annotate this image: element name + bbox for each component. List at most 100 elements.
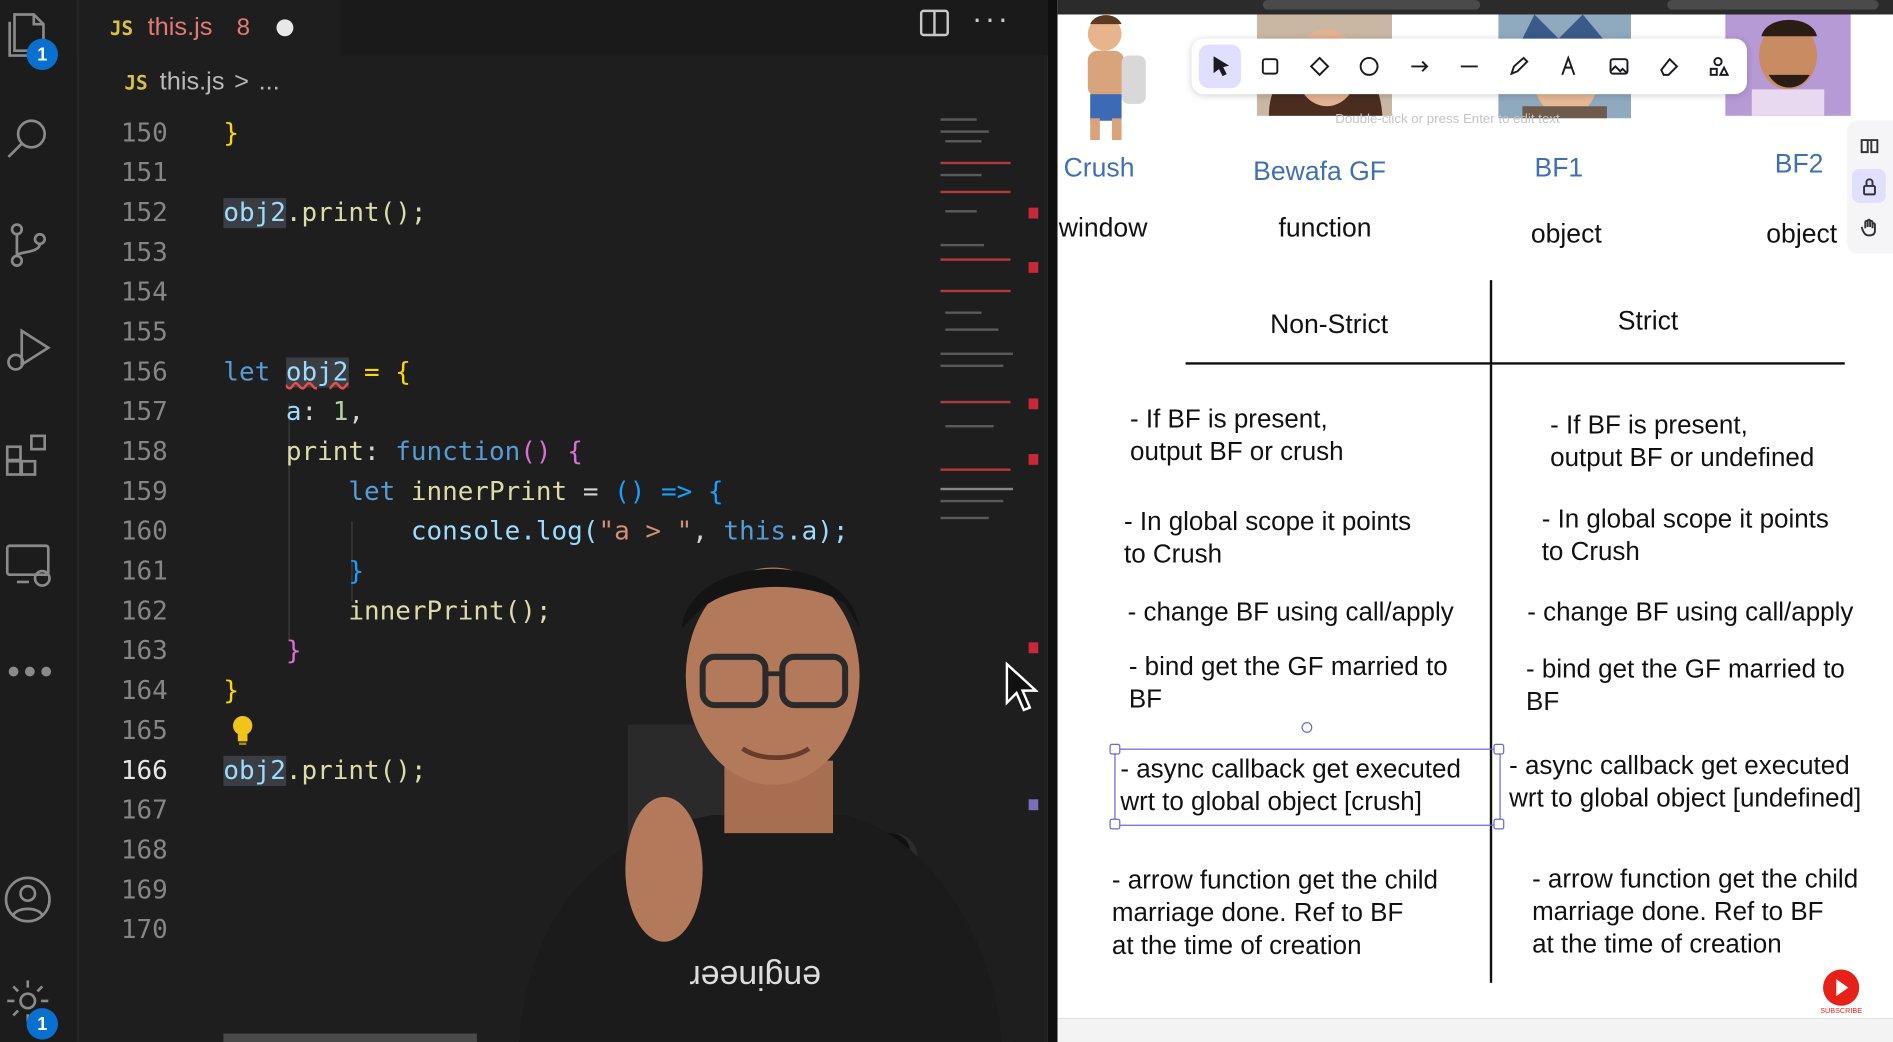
line-number: 150 — [120, 118, 168, 149]
line-number: 152 — [120, 198, 168, 229]
lock-icon[interactable] — [1851, 169, 1886, 203]
line-tool-icon[interactable] — [1448, 45, 1491, 88]
breadcrumb-symbol[interactable]: ... — [259, 68, 280, 97]
line-number: 170 — [120, 915, 168, 946]
split-editor-icon[interactable] — [919, 7, 950, 38]
non-strict-item[interactable]: - change BF using call/apply — [1128, 596, 1454, 629]
line-number: 157 — [120, 397, 168, 428]
resize-handle[interactable] — [1109, 818, 1121, 830]
rotate-handle[interactable] — [1301, 722, 1313, 733]
resize-handle[interactable] — [1109, 743, 1121, 755]
character-type: object — [1766, 218, 1838, 249]
presenter-video: engineer — [519, 567, 1003, 1042]
rectangle-tool-icon[interactable] — [1249, 45, 1292, 88]
strict-item[interactable]: - arrow function get the child marriage … — [1532, 863, 1858, 961]
settings-badge: 1 — [26, 1008, 58, 1040]
arrow-tool-icon[interactable] — [1398, 45, 1441, 88]
resize-handle[interactable] — [1493, 818, 1505, 830]
strict-item[interactable]: - async callback get executed wrt to glo… — [1509, 750, 1861, 815]
line-number: 162 — [120, 596, 168, 627]
board-bottom-bar — [1057, 1017, 1893, 1042]
svg-text:SUBSCRIBE: SUBSCRIBE — [1820, 1006, 1862, 1014]
whiteboard-canvas[interactable]: Double-click or press Enter to edit text… — [1057, 0, 1893, 1042]
code-line: obj2.print(); — [223, 198, 427, 229]
line-number: 158 — [120, 437, 168, 468]
code-line: print: function() { — [285, 437, 583, 468]
pencil-tool-icon[interactable] — [1498, 45, 1541, 88]
resize-handle[interactable] — [1493, 743, 1505, 755]
account-icon[interactable] — [0, 872, 56, 928]
strict-item[interactable]: - bind get the GF married to BF — [1526, 653, 1845, 718]
unsaved-dot-icon[interactable] — [276, 19, 294, 37]
code-editor-window: 1 ••• 1 JS this.js 8 ··· JS this.js > ..… — [0, 0, 1048, 1042]
shirt-print-text: engineer — [689, 958, 821, 996]
side-tool-panel — [1847, 120, 1893, 254]
non-strict-item[interactable]: - bind get the GF married to BF — [1129, 651, 1448, 716]
line-number: 154 — [120, 277, 168, 308]
toolbar-hint: Double-click or press Enter to edit text — [1335, 112, 1560, 127]
more-shapes-icon[interactable] — [1697, 45, 1740, 88]
strict-item[interactable]: - change BF using call/apply — [1527, 596, 1853, 629]
character-name: BF1 — [1534, 152, 1584, 183]
remote-explorer-icon[interactable] — [0, 536, 56, 592]
image-tool-icon[interactable] — [1597, 45, 1640, 88]
split-divider — [1047, 0, 1058, 1042]
non-strict-item[interactable]: - If BF is present, output BF or crush — [1130, 403, 1344, 468]
table-vertical-line[interactable] — [1489, 280, 1493, 983]
character-type: window — [1058, 212, 1148, 243]
tab-this-js[interactable]: JS this.js 8 — [78, 0, 342, 56]
line-number: 155 — [120, 317, 168, 348]
lightbulb-icon[interactable] — [231, 715, 255, 746]
breadcrumb-separator: > — [234, 67, 249, 96]
column-heading-strict: Strict — [1617, 305, 1679, 336]
breadcrumb: JS this.js > ... — [124, 68, 279, 97]
line-number: 151 — [120, 158, 168, 189]
crush-cartoon-image[interactable] — [1064, 14, 1149, 144]
text-tool-icon[interactable] — [1548, 45, 1591, 88]
strict-item[interactable]: - In global scope it points to Crush — [1542, 503, 1829, 568]
strict-item[interactable]: - If BF is present, output BF or undefin… — [1550, 409, 1814, 474]
source-control-icon[interactable] — [0, 217, 56, 273]
line-number: 166 — [120, 755, 168, 787]
line-number: 161 — [120, 556, 168, 587]
code-line: } — [348, 556, 365, 587]
line-number: 167 — [120, 795, 168, 826]
line-number: 156 — [120, 357, 168, 388]
character-name: Bewafa GF — [1253, 155, 1387, 186]
diamond-tool-icon[interactable] — [1298, 45, 1341, 88]
breadcrumb-file[interactable]: this.js — [160, 68, 225, 97]
selection-box[interactable] — [1114, 748, 1501, 826]
code-line: a: 1, — [285, 397, 365, 428]
eraser-tool-icon[interactable] — [1647, 45, 1690, 88]
non-strict-item[interactable]: - In global scope it points to Crush — [1124, 506, 1411, 571]
line-number: 165 — [120, 715, 168, 747]
horizontal-scrollbar-thumb[interactable] — [223, 1033, 477, 1042]
tab-problem-count: 8 — [236, 13, 251, 41]
non-strict-item[interactable]: - arrow function get the child marriage … — [1112, 864, 1438, 962]
activity-bar: 1 ••• 1 — [0, 0, 79, 1042]
hand-pan-icon[interactable] — [1852, 210, 1886, 244]
character-type: object — [1530, 218, 1602, 249]
line-number: 164 — [120, 676, 168, 707]
js-file-icon: JS — [124, 70, 148, 94]
youtube-subscribe-icon[interactable]: SUBSCRIBE — [1818, 968, 1864, 1014]
column-heading-non-strict: Non-Strict — [1270, 309, 1389, 340]
extensions-icon[interactable] — [0, 427, 56, 483]
ellipse-tool-icon[interactable] — [1348, 45, 1391, 88]
tab-filename: this.js — [147, 13, 213, 42]
selection-tool-icon[interactable] — [1198, 44, 1242, 89]
js-file-icon: JS — [109, 16, 134, 40]
minimap[interactable] — [936, 111, 1013, 546]
line-number: 159 — [120, 476, 168, 508]
code-line: } — [285, 636, 302, 667]
more-actions-icon[interactable]: ··· — [972, 0, 1011, 37]
more-views-icon[interactable]: ••• — [7, 652, 56, 693]
table-horizontal-line[interactable] — [1185, 362, 1845, 365]
line-number: 168 — [120, 835, 168, 866]
run-debug-icon[interactable] — [0, 321, 56, 377]
code-line: } — [223, 676, 239, 707]
code-line: } — [223, 118, 239, 149]
browser-top-strip — [1057, 0, 1893, 15]
library-icon[interactable] — [1852, 128, 1886, 162]
search-icon[interactable] — [0, 111, 56, 167]
